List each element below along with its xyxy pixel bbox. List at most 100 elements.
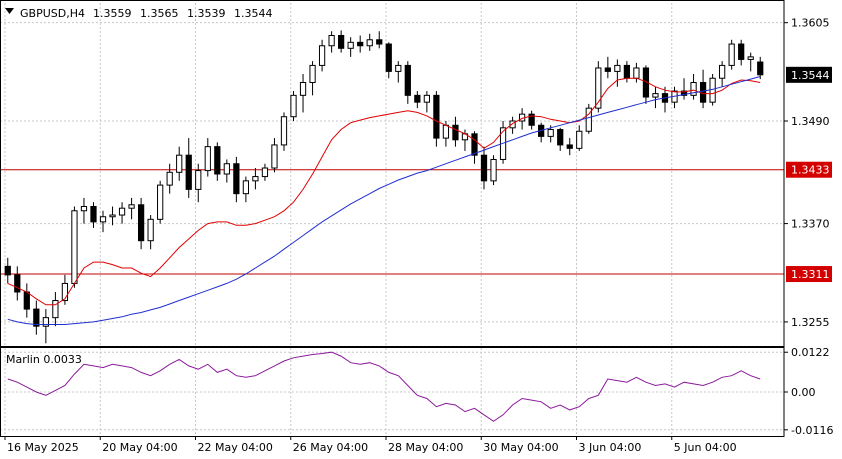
candle-body-bull — [242, 180, 250, 195]
high-value: 1.3565 — [140, 7, 179, 20]
candle-body-bull — [128, 204, 135, 209]
candle-body-bull — [328, 34, 335, 47]
candle-body-bull — [290, 94, 297, 118]
time-tick-label: 28 May 04:00 — [388, 441, 463, 454]
candle-body-bull — [118, 207, 126, 216]
candle-body-bull — [223, 163, 230, 175]
candle-body-bear — [23, 291, 30, 310]
candle-body-bull — [261, 167, 269, 178]
candle-body-bull — [366, 39, 373, 47]
candle-body-bear — [137, 204, 145, 242]
candle-body-bull — [614, 64, 621, 72]
candle-body-bull — [252, 176, 259, 182]
time-tick-label: 26 May 04:00 — [293, 441, 368, 454]
candle-body-bear — [4, 265, 11, 276]
candle-body-bear — [738, 43, 745, 60]
price-tick-label: 1.3255 — [791, 316, 830, 329]
candle-body-bull — [652, 93, 659, 98]
candle-body-bull — [576, 130, 583, 149]
candle-body-bear — [566, 144, 573, 149]
candle-body-bull — [71, 210, 78, 284]
time-tick-label: 20 May 04:00 — [102, 441, 177, 454]
candle-body-bear — [480, 154, 488, 182]
time-tick-label: 3 Jun 04:00 — [579, 441, 642, 454]
candle-body-bull — [157, 184, 164, 220]
candle-body-bear — [471, 133, 478, 156]
candle-body-bear — [557, 129, 564, 146]
candle-body-bull — [442, 124, 450, 139]
candle-body-bull — [719, 64, 726, 79]
candle — [585, 103, 592, 134]
candle-body-bear — [185, 154, 192, 190]
candle — [433, 91, 440, 147]
time-tick-label: 30 May 04:00 — [483, 441, 558, 454]
candle-body-bull — [728, 43, 735, 66]
candle-body-bull — [99, 216, 107, 223]
candle-body-bull — [423, 94, 430, 103]
price-tick-label: 1.3490 — [791, 115, 830, 128]
chart-window: 1.3605 1.3490 1.3370 1.3255 0.0122 0.00 -0.01… — [0, 0, 842, 459]
indicator-tick-label: -0.0116 — [791, 424, 833, 437]
level-price-badge-text: 1.3433 — [791, 164, 830, 177]
chart-background — [0, 0, 842, 459]
candle-body-bear — [452, 124, 459, 141]
candle-body-bull — [280, 116, 288, 146]
candle — [490, 155, 497, 186]
candle-body-bull — [547, 129, 554, 137]
candle-body-bull — [347, 41, 354, 49]
candle — [280, 112, 288, 151]
candle-body-bull — [509, 120, 516, 129]
candle-body-bear — [14, 274, 21, 293]
candle-body-bull — [80, 205, 88, 212]
candle-body-bull — [166, 171, 173, 186]
indicator-label: Marlin 0.0033 — [6, 353, 82, 366]
open-value: 1.3559 — [93, 7, 132, 20]
candle-body-bull — [309, 64, 316, 84]
candle-body-bull — [395, 64, 402, 72]
current-price-badge-text: 1.3544 — [791, 69, 830, 82]
candle-body-bear — [699, 82, 707, 103]
candle-body-bear — [33, 308, 40, 327]
candle — [71, 206, 78, 288]
level-price-badge-text: 1.3311 — [791, 268, 830, 281]
candle — [290, 91, 297, 121]
candle — [728, 39, 735, 70]
time-tick-label: 5 Jun 04:00 — [674, 441, 737, 454]
candle-body-bear — [357, 41, 364, 47]
candle-body-bear — [623, 64, 631, 79]
price-tick-label: 1.3605 — [791, 17, 830, 30]
time-tick-label: 16 May 2025 — [7, 441, 79, 454]
candle-body-bear — [233, 163, 240, 195]
candle-body-bear — [414, 94, 421, 103]
candle-body-bear — [338, 34, 345, 49]
candle-body-bull — [109, 214, 116, 218]
low-value: 1.3539 — [187, 7, 226, 20]
candle-body-bear — [433, 94, 440, 139]
candle-body-bull — [176, 154, 183, 173]
candle-body-bear — [385, 43, 392, 72]
candle-body-bear — [404, 64, 411, 96]
candle-body-bull — [195, 170, 202, 190]
current-price-badge: 1.3544 — [786, 66, 832, 83]
candle-body-bull — [204, 146, 211, 172]
time-tick-label: 22 May 04:00 — [198, 441, 273, 454]
close-value: 1.3544 — [234, 7, 273, 20]
candle-body-bear — [90, 205, 97, 223]
candle-body-bear — [376, 39, 383, 45]
candle-body-bull — [318, 45, 326, 66]
level-price-badge: 1.3311 — [786, 266, 832, 283]
candle-body-bull — [633, 67, 640, 79]
candle-body-bull — [147, 218, 154, 242]
candle-body-bear — [214, 146, 221, 175]
indicator-tick-label: 0.0122 — [791, 346, 830, 359]
candle — [157, 180, 164, 224]
indicator-tick-label: 0.00 — [791, 386, 816, 399]
candle-body-bull — [271, 144, 278, 169]
price-tick-label: 1.3370 — [791, 218, 830, 231]
candle-body-bull — [490, 158, 497, 182]
candle-body-bear — [757, 61, 764, 76]
symbol-label: GBPUSD,H4 — [20, 7, 85, 20]
candle-body-bull — [747, 56, 754, 60]
candle-body-bull — [299, 82, 307, 96]
candle-body-bear — [604, 67, 611, 72]
